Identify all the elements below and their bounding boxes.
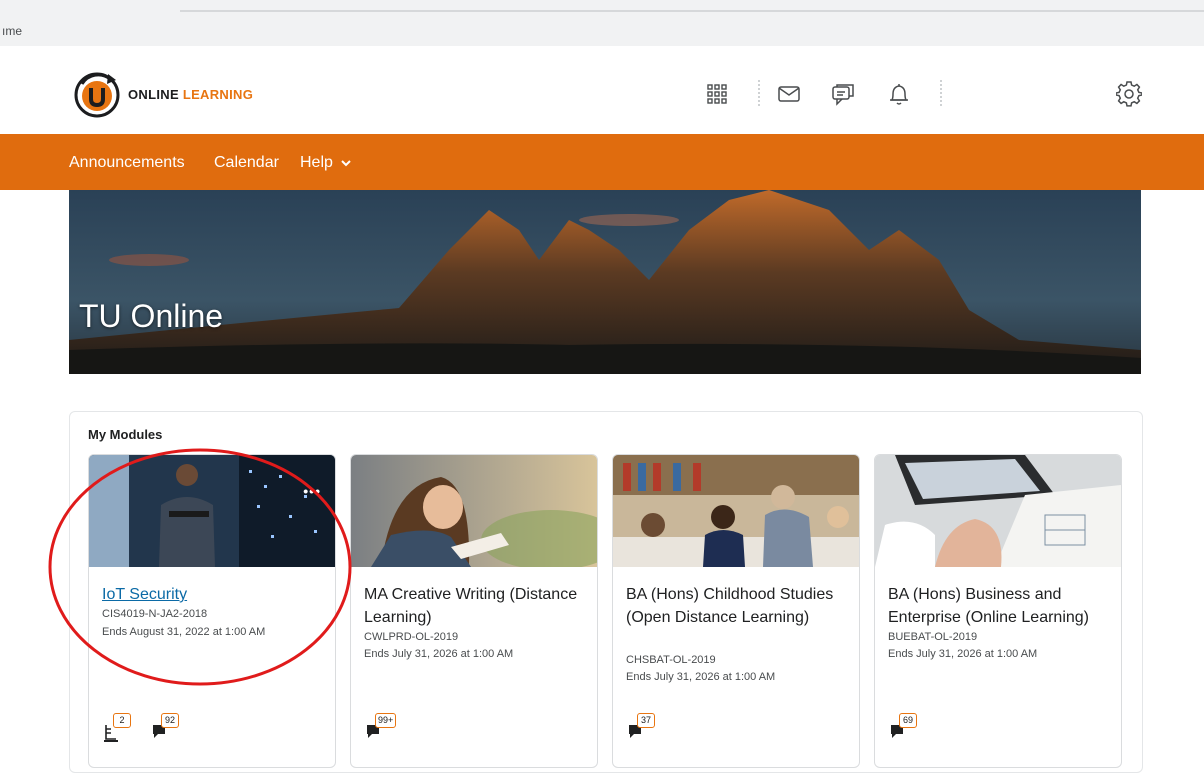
header-separator [940,80,942,106]
badge-count: 99+ [375,713,397,728]
nav-bar: Announcements Calendar Help [0,134,1204,190]
module-card[interactable]: BA (Hons) Business and Enterprise (Onlin… [874,454,1122,768]
badge-count: 92 [161,713,179,728]
brand-part-1: ONLINE [128,87,179,102]
browser-chrome: ıme [0,0,1204,46]
hero-banner: TU Online [69,190,1141,374]
module-end-date: Ends July 31, 2026 at 1:00 AM [626,671,776,683]
module-end-date: Ends July 31, 2026 at 1:00 AM [888,648,1038,660]
module-code: CIS4019-N-JA2-2018 [102,608,208,620]
mountain-landscape-image [69,190,1141,374]
module-image [613,455,859,567]
mail-icon[interactable] [772,78,806,110]
discussions-notification[interactable]: 99+ [365,713,397,743]
module-card[interactable]: ••• IoT Security CIS4019-N-JA2-2018 Ends… [88,454,336,768]
assignments-notification[interactable]: 2 [103,713,133,743]
chat-icon[interactable] [826,78,860,110]
module-end-date: Ends August 31, 2022 at 1:00 AM [102,626,266,638]
chevron-down-icon [341,160,352,167]
module-title[interactable]: MA Creative Writing (Distance Learning) [364,583,592,629]
header-separator [758,80,760,106]
module-title[interactable]: BA (Hons) Childhood Studies (Open Distan… [626,583,854,629]
gear-icon[interactable] [1112,78,1146,110]
module-card[interactable]: MA Creative Writing (Distance Learning) … [350,454,598,768]
bell-icon[interactable] [882,78,916,110]
module-end-date: Ends July 31, 2026 at 1:00 AM [364,648,514,660]
brand-part-2: LEARNING [182,87,254,102]
module-code: CHSBAT-OL-2019 [626,654,716,666]
nav-help[interactable]: Help [300,154,352,172]
discussions-notification[interactable]: 37 [627,713,657,743]
module-image: ••• [89,455,335,567]
module-image [351,455,597,567]
module-card[interactable]: BA (Hons) Childhood Studies (Open Distan… [612,454,860,768]
module-image [875,455,1121,567]
discussions-notification[interactable]: 92 [151,713,181,743]
module-title[interactable]: IoT Security [102,583,330,606]
discussions-notification[interactable]: 69 [889,713,919,743]
tab-partial-text: ıme [2,24,23,38]
badge-count: 37 [637,713,655,728]
badge-count: 69 [899,713,917,728]
hero-title: TU Online [79,298,224,334]
module-code: BUEBAT-OL-2019 [888,631,978,643]
nav-calendar[interactable]: Calendar [214,154,279,172]
badge-count: 2 [113,713,131,728]
apps-grid-icon[interactable] [700,78,734,110]
module-title[interactable]: BA (Hons) Business and Enterprise (Onlin… [888,583,1116,629]
brand-name[interactable]: ONLINE LEARNING [128,87,253,102]
widget-title: My Modules [88,427,163,442]
nav-help-label: Help [300,154,333,171]
nav-announcements[interactable]: Announcements [69,154,185,172]
module-code: CWLPRD-OL-2019 [364,631,459,643]
address-bar-edge [180,10,1204,12]
more-options-icon[interactable]: ••• [303,483,321,499]
brand-logo-icon[interactable] [72,70,122,120]
